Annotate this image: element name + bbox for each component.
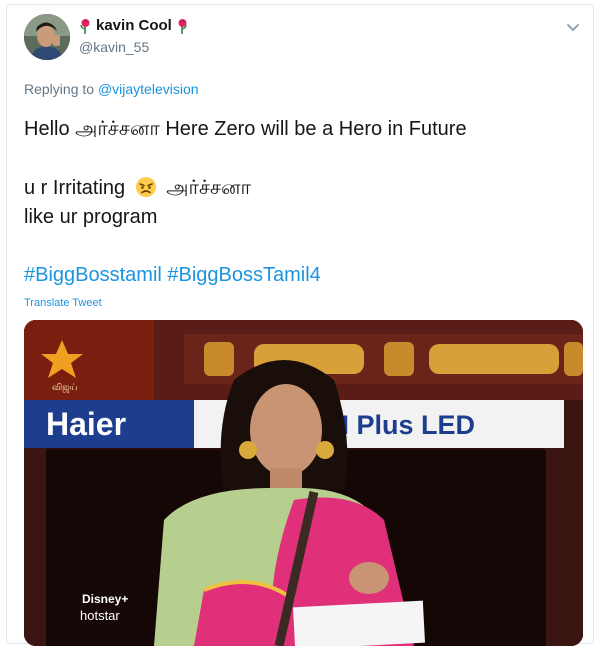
hashtags[interactable]: #BiggBosstamil #BiggBossTamil4: [24, 263, 321, 287]
display-name[interactable]: kavin Cool: [79, 17, 189, 34]
angry-face-emoji-icon: [135, 177, 156, 197]
rose-emoji-icon: [178, 18, 187, 34]
tweet-card[interactable]: kavin Cool @kavin_55 Replying to @vijayt…: [6, 4, 594, 646]
banner-left-text: Haier: [46, 406, 126, 442]
tweet-text-irritating: u r Irritating: [24, 177, 126, 199]
rose-emoji-icon: [80, 18, 90, 34]
replying-prefix: Replying to: [24, 81, 95, 97]
tweet-text-line-1: Hello அர்ச்சனா Here Zero will be a Hero …: [24, 118, 467, 140]
avatar[interactable]: [24, 14, 70, 60]
username[interactable]: @kavin_55: [79, 39, 149, 55]
chevron-down-icon[interactable]: [565, 19, 581, 35]
tweet-text-line-3: like ur program: [24, 206, 158, 228]
translate-tweet-link[interactable]: Translate Tweet: [24, 297, 102, 309]
channel-logo-caption: விஜய்: [52, 383, 77, 393]
watermark-disney: Disney+: [82, 592, 128, 606]
replying-to: Replying to @vijaytelevision: [24, 81, 199, 97]
watermark-hotstar: hotstar: [80, 608, 120, 623]
tweet-text-name: அர்ச்சனா: [166, 177, 251, 199]
reply-handle-link[interactable]: @vijaytelevision: [98, 81, 199, 97]
tweet-text-line-2: u r Irritating அர்ச்சனா: [24, 176, 251, 200]
display-name-text: kavin Cool: [96, 17, 172, 34]
tweet-media-image[interactable]: விஜய் Haier AI Plus LED Disney+ hotstar: [24, 320, 583, 646]
